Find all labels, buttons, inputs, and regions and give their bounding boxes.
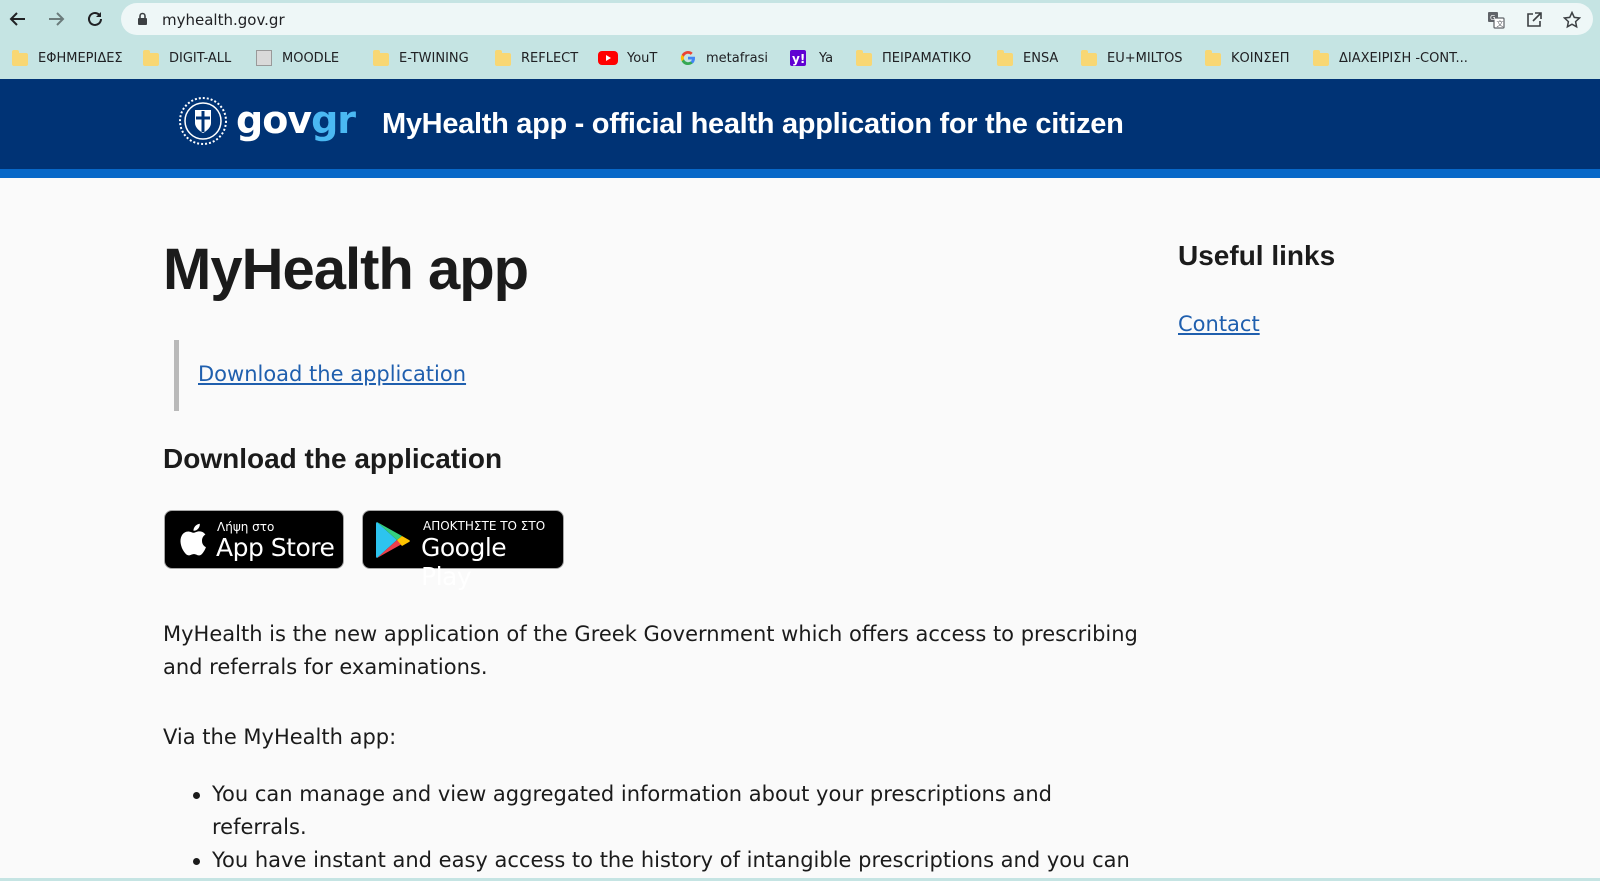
header-title[interactable]: MyHealth app - official health applicati… xyxy=(382,108,1124,141)
folder-icon xyxy=(1081,49,1097,66)
bookmark-item[interactable]: MOODLE xyxy=(256,48,339,68)
page-title: MyHealth app xyxy=(163,237,529,302)
google-play-small-text: ΑΠΟΚΤΗΣΤΕ ΤΟ ΣΤΟ xyxy=(423,519,546,533)
contact-link[interactable]: Contact xyxy=(1178,312,1260,336)
app-store-small-text: Λήψη στο xyxy=(217,520,275,534)
bookmark-item[interactable]: REFLECT xyxy=(495,48,578,68)
bookmark-item[interactable]: YouT xyxy=(598,48,657,68)
folder-icon xyxy=(12,49,28,66)
bookmark-item[interactable]: ENSA xyxy=(997,48,1058,68)
folder-icon xyxy=(1313,49,1329,66)
google-play-button[interactable]: ΑΠΟΚΤΗΣΤΕ ΤΟ ΣΤΟ Google Play xyxy=(362,510,564,591)
bookmark-item[interactable]: ΚΟΙΝΣΕΠ xyxy=(1205,48,1290,68)
forward-icon[interactable] xyxy=(43,6,69,32)
reload-icon[interactable] xyxy=(82,6,108,32)
star-icon[interactable] xyxy=(1561,9,1583,31)
via-paragraph: Via the MyHealth app: xyxy=(163,725,397,749)
useful-links-heading: Useful links xyxy=(1178,240,1336,271)
download-heading: Download the application xyxy=(163,443,503,474)
folder-icon xyxy=(495,49,511,66)
yahoo-icon: y! xyxy=(790,50,806,66)
svg-text:y!: y! xyxy=(792,52,805,66)
quote-bar xyxy=(174,340,179,411)
folder-icon xyxy=(997,49,1013,66)
govgr-logo[interactable]: govgr xyxy=(236,98,356,142)
bookmark-item[interactable]: metafrasi xyxy=(680,48,768,68)
lock-icon xyxy=(138,12,147,25)
browser-chrome: myhealth.gov.gr G文 ΕΦΗΜΕΡΙΔΕΣ DIGIT-ALL … xyxy=(0,0,1600,79)
translate-icon[interactable]: G文 xyxy=(1485,9,1507,31)
address-bar[interactable]: myhealth.gov.gr G文 xyxy=(121,3,1593,35)
list-item: You can manage and view aggregated infor… xyxy=(163,778,1148,844)
youtube-icon xyxy=(598,51,618,65)
svg-text:文: 文 xyxy=(1497,19,1504,28)
download-anchor-link[interactable]: Download the application xyxy=(198,362,466,386)
folder-icon xyxy=(1205,49,1221,66)
bookmark-item[interactable]: ΕΦΗΜΕΡΙΔΕΣ xyxy=(12,48,123,68)
google-play-icon xyxy=(376,522,410,558)
bookmark-item[interactable]: y! Ya xyxy=(790,48,833,68)
url-text: myhealth.gov.gr xyxy=(162,11,285,29)
browser-toolbar: myhealth.gov.gr G文 xyxy=(0,0,1600,38)
bookmark-item[interactable]: DIGIT-ALL xyxy=(143,48,231,68)
folder-icon xyxy=(856,49,872,66)
bookmark-item[interactable]: ΔΙΑΧΕΙΡΙΣΗ -CONT... xyxy=(1313,48,1468,68)
google-icon xyxy=(680,51,695,66)
greek-emblem-icon xyxy=(179,97,227,145)
bookmark-item[interactable]: E-TWINING xyxy=(373,48,469,68)
app-store-button[interactable]: Λήψη στο App Store xyxy=(164,510,344,569)
bookmarks-bar: ΕΦΗΜΕΡΙΔΕΣ DIGIT-ALL MOODLE E-TWINING RE… xyxy=(0,44,1600,72)
apple-icon xyxy=(180,523,206,556)
svg-text:G: G xyxy=(1490,14,1495,22)
folder-icon xyxy=(373,49,389,66)
bookmark-item[interactable]: ΠΕΙΡΑΜΑΤΙΚΟ xyxy=(856,48,971,68)
folder-icon xyxy=(143,49,159,66)
bookmark-item[interactable]: EU+MILTOS xyxy=(1081,48,1183,68)
moodle-icon xyxy=(256,50,272,66)
features-list: You can manage and view aggregated infor… xyxy=(163,778,1148,881)
list-item: You have instant and easy access to the … xyxy=(163,844,1148,881)
header-stripe xyxy=(0,169,1600,178)
intro-paragraph: MyHealth is the new application of the G… xyxy=(163,622,1138,679)
google-play-big-text: Google Play xyxy=(421,533,507,591)
back-icon[interactable] xyxy=(5,6,31,32)
share-icon[interactable] xyxy=(1523,9,1545,31)
app-store-big-text: App Store xyxy=(216,533,335,562)
